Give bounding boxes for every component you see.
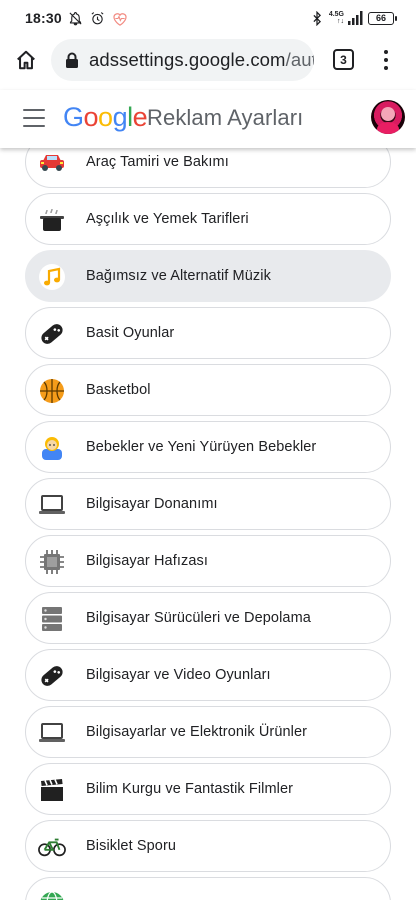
- clapperboard-icon: [38, 776, 66, 804]
- hamburger-line: [23, 116, 45, 120]
- logo-letter: G: [63, 102, 84, 132]
- list-item[interactable]: Bebekler ve Yeni Yürüyen Bebekler: [25, 421, 391, 473]
- bicycle-icon: [38, 833, 66, 861]
- page-title: Reklam Ayarları: [147, 105, 304, 130]
- laptop-icon: [38, 719, 66, 747]
- account-avatar[interactable]: [371, 100, 405, 134]
- list-item-label: Basit Oyunlar: [86, 325, 175, 341]
- list-item[interactable]: Bilgisayar Sürücüleri ve Depolama: [25, 592, 391, 644]
- menu-dot-icon: [384, 58, 388, 62]
- notifications-off-icon: [68, 10, 84, 26]
- baby-icon: [38, 434, 66, 462]
- list-item-label: Bisiklet Sporu: [86, 838, 177, 854]
- list-item-label: Bilim Kurgu ve Fantastik Filmler: [86, 781, 294, 797]
- url-text: adssettings.google.com/auth: [89, 49, 314, 71]
- gamepad-icon: [38, 662, 66, 690]
- globe-icon: [38, 890, 66, 900]
- network-type: 4.5G ↑↓: [329, 11, 344, 25]
- cooking-pot-icon: [38, 206, 66, 234]
- list-item[interactable]: Bilgisayar Hafızası: [25, 535, 391, 587]
- hamburger-line: [23, 109, 45, 112]
- list-item[interactable]: Bilim Kurgu ve Fantastik Filmler: [25, 763, 391, 815]
- car-icon: [38, 149, 66, 177]
- browser-toolbar: adssettings.google.com/auth 3: [0, 36, 416, 84]
- url-domain: adssettings.google.com: [89, 49, 286, 70]
- menu-dot-icon: [384, 50, 388, 54]
- list-item-label: Bilgisayarlar ve Elektronik Ürünler: [86, 724, 308, 740]
- memory-chip-icon: [38, 548, 66, 576]
- url-path: /auth: [285, 49, 314, 70]
- list-item-label: Basketbol: [86, 382, 151, 398]
- signal-strength-icon: [348, 10, 364, 26]
- tab-switcher-button[interactable]: 3: [333, 49, 354, 70]
- list-item[interactable]: Bisiklet Sporu: [25, 820, 391, 872]
- list-item[interactable]: Basketbol: [25, 364, 391, 416]
- logo-letter: o: [98, 102, 113, 132]
- list-item-label: Bebekler ve Yeni Yürüyen Bebekler: [86, 439, 317, 455]
- browser-menu-button[interactable]: [376, 48, 396, 72]
- status-bar: 18:30 4.5G ↑↓ 66: [0, 0, 416, 36]
- app-header: Google Reklam Ayarları: [0, 90, 416, 148]
- storage-drive-icon: [38, 605, 66, 633]
- battery-indicator: 66: [368, 11, 397, 25]
- logo-letter: e: [132, 102, 148, 132]
- lock-icon: [66, 52, 78, 68]
- hamburger-line: [23, 124, 45, 127]
- network-type-label: 4.5G: [328, 11, 344, 18]
- address-bar[interactable]: adssettings.google.com/auth: [51, 39, 314, 81]
- list-item[interactable]: Bağımsız ve Alternatif Müzik: [25, 250, 391, 302]
- laptop-icon: [38, 491, 66, 519]
- gamepad-icon: [38, 320, 66, 348]
- menu-dot-icon: [384, 66, 388, 70]
- google-logo: Google: [63, 102, 148, 133]
- list-item-label: Bağımsız ve Alternatif Müzik: [86, 268, 271, 284]
- health-heart-icon: [112, 10, 128, 26]
- list-item[interactable]: Bilgisayar Donanımı: [25, 478, 391, 530]
- network-activity-label: ↑↓: [337, 18, 344, 25]
- list-item[interactable]: Basit Oyunlar: [25, 307, 391, 359]
- logo-letter: o: [83, 102, 99, 132]
- basketball-icon: [38, 377, 66, 405]
- list-item[interactable]: Bilgisayarlar ve Elektronik Ürünler: [25, 706, 391, 758]
- bluetooth-icon: [309, 10, 325, 26]
- main-menu-button[interactable]: [23, 109, 45, 127]
- list-item[interactable]: [25, 877, 391, 900]
- list-item-label: Aşçılık ve Yemek Tarifleri: [86, 211, 249, 227]
- list-item-label: Bilgisayar Sürücüleri ve Depolama: [86, 610, 311, 626]
- list-item[interactable]: Bilgisayar ve Video Oyunları: [25, 649, 391, 701]
- list-item-label: Bilgisayar Donanımı: [86, 496, 218, 512]
- list-item[interactable]: Aşçılık ve Yemek Tarifleri: [25, 193, 391, 245]
- alarm-icon: [90, 10, 106, 26]
- home-icon: [17, 50, 35, 70]
- status-time: 18:30: [25, 10, 62, 26]
- list-item-label: Araç Tamiri ve Bakımı: [86, 154, 229, 170]
- logo-letter: g: [112, 102, 128, 132]
- list-item-label: Bilgisayar Hafızası: [86, 553, 208, 569]
- home-button[interactable]: [11, 45, 41, 75]
- list-item-label: Bilgisayar ve Video Oyunları: [86, 667, 271, 683]
- music-note-icon: [38, 263, 66, 291]
